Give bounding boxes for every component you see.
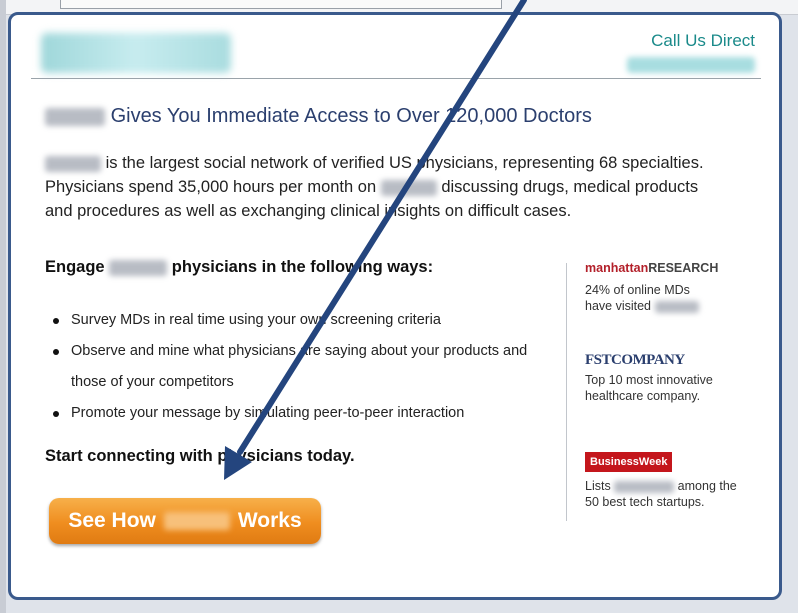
- businessweek-line-2: 50 best tech startups.: [585, 495, 705, 509]
- businessweek-line-1a: Lists: [585, 479, 611, 493]
- list-item: Promote your message by simulating peer-…: [45, 398, 565, 429]
- redacted-brand: [45, 155, 101, 172]
- intro-line-3: and procedures as well as exchanging cli…: [45, 202, 572, 220]
- phone-number-redacted[interactable]: [627, 57, 755, 73]
- engage-heading: Engage physicians in the following ways:: [45, 258, 433, 277]
- redacted-brand: [109, 259, 168, 276]
- fastcompany-line-2: healthcare company.: [585, 389, 701, 403]
- businessweek-block: BusinessWeek Lists among the 50 best tec…: [585, 452, 737, 510]
- call-us-label: Call Us Direct: [651, 31, 755, 50]
- cta-suffix: Works: [237, 509, 302, 532]
- businessweek-logo: BusinessWeek: [585, 452, 673, 472]
- headline-text: Gives You Immediate Access to Over 120,0…: [110, 105, 592, 127]
- window-left-edge: [0, 0, 6, 613]
- header-divider: [31, 78, 761, 79]
- businessweek-line-1b: among the: [677, 479, 737, 493]
- tab-edge: [60, 0, 502, 9]
- intro-line-1: is the largest social network of verifie…: [105, 154, 704, 172]
- company-logo[interactable]: [41, 33, 231, 73]
- cta-prefix: See How: [68, 509, 156, 532]
- see-how-it-works-button[interactable]: See How Works: [49, 498, 321, 544]
- sidebar-divider: [566, 263, 567, 521]
- redacted-brand: [163, 512, 230, 530]
- fast-company-block: FSTCOMPANY Top 10 most innovative health…: [585, 352, 713, 404]
- manhattan-line-1: 24% of online MDs: [585, 283, 690, 297]
- engage-suffix: physicians in the following ways:: [171, 258, 434, 276]
- redacted-brand: [45, 107, 105, 126]
- intro-line-2a: Physicians spend 35,000 hours per month …: [45, 178, 377, 196]
- start-connecting-text: Start connecting with physicians today.: [45, 447, 355, 465]
- fastcompany-line-1: Top 10 most innovative: [585, 373, 713, 387]
- intro-line-2b: discussing drugs, medical products: [441, 178, 699, 196]
- redacted-brand: [654, 300, 699, 313]
- intro-paragraph: is the largest social network of verifie…: [45, 151, 765, 223]
- page-headline: Gives You Immediate Access to Over 120,0…: [45, 105, 592, 128]
- list-item: Observe and mine what physicians are say…: [45, 336, 565, 398]
- manhattan-line-2: have visited: [585, 299, 652, 313]
- fast-company-logo: FSTCOMPANY: [585, 352, 685, 368]
- header: Call Us Direct: [11, 15, 779, 79]
- manhattan-research-logo: manhattanRESEARCH: [585, 261, 719, 275]
- landing-panel: Call Us Direct Gives You Immediate Acces…: [8, 12, 782, 600]
- manhattan-research-block: manhattanRESEARCH 24% of online MDs have…: [585, 260, 718, 314]
- benefits-list: Survey MDs in real time using your own s…: [45, 305, 565, 429]
- redacted-brand: [380, 179, 437, 196]
- engage-prefix: Engage: [45, 258, 105, 276]
- list-item: Survey MDs in real time using your own s…: [45, 305, 565, 336]
- redacted-brand: [614, 480, 675, 493]
